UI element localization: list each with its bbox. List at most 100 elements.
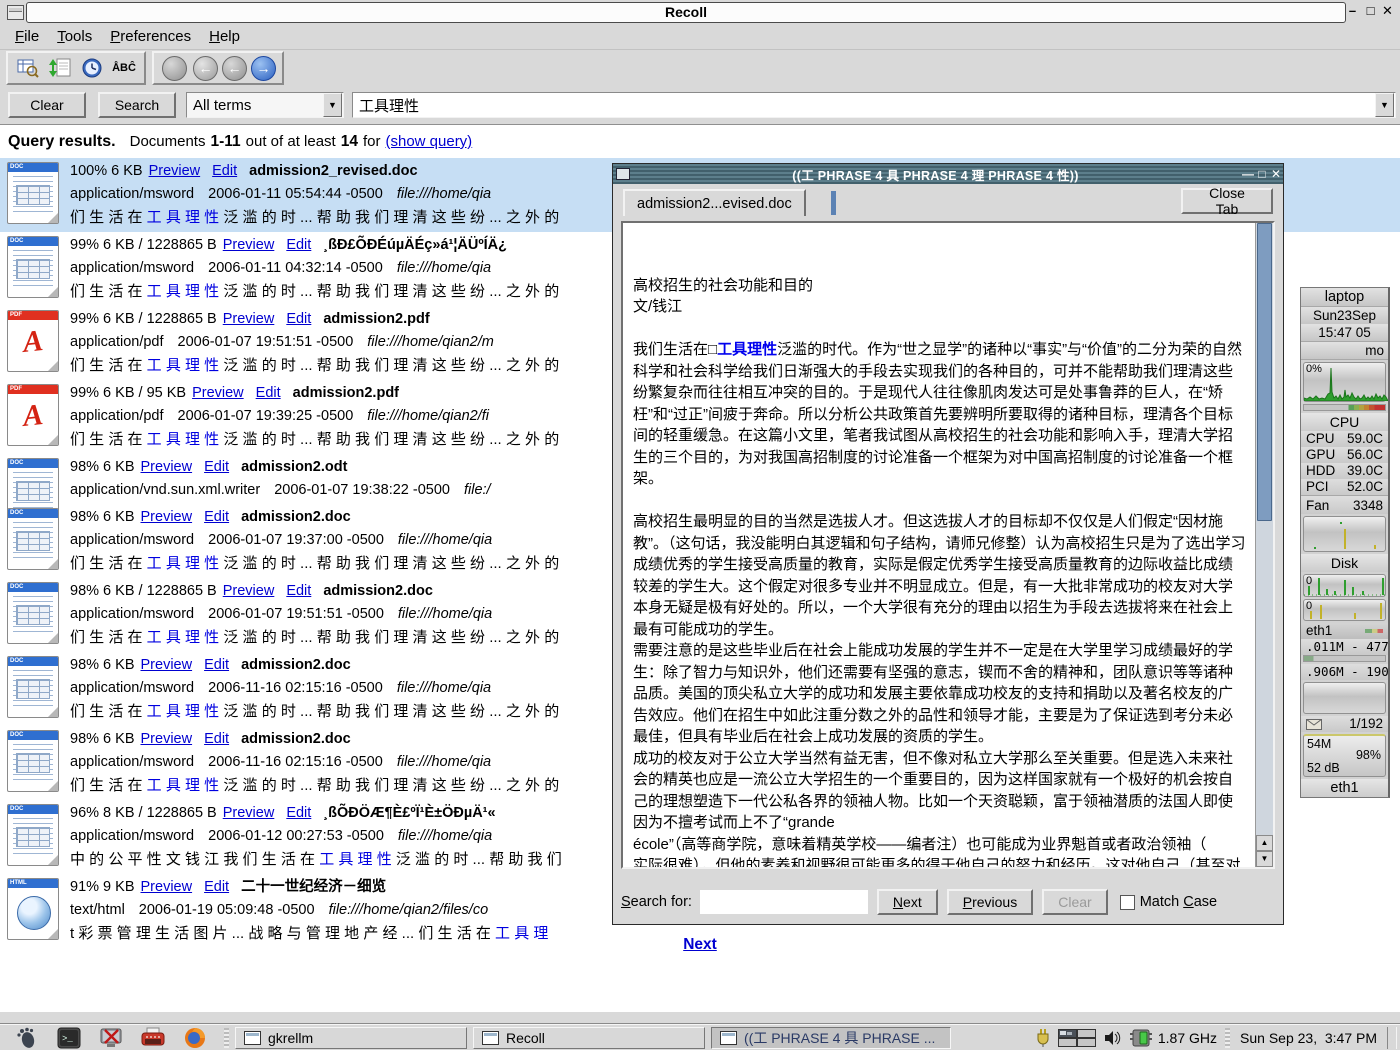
volume-icon[interactable] <box>1104 1030 1122 1046</box>
edit-link[interactable]: Edit <box>204 459 229 475</box>
back-icon[interactable]: ← <box>193 56 218 81</box>
minimize-icon[interactable]: – <box>1345 2 1360 20</box>
scrollbar-thumb[interactable] <box>1257 223 1272 521</box>
edit-link[interactable]: Edit <box>286 311 311 327</box>
desktop: Recoll – □ ✕ FileToolsPreferencesHelp ÅB… <box>0 0 1400 1050</box>
net-chart[interactable] <box>1303 682 1386 714</box>
edit-link[interactable]: Edit <box>212 163 237 179</box>
preview-paragraph: 文/钱江 <box>633 296 1246 318</box>
firefox-launcher-icon[interactable] <box>180 1026 210 1050</box>
taskbar-clock[interactable]: Sun Sep 23, 3:47 PM <box>1240 1030 1377 1046</box>
scroll-up-icon[interactable]: ▲ <box>1256 835 1273 851</box>
preview-link[interactable]: Preview <box>141 879 193 895</box>
edit-link[interactable]: Edit <box>286 237 311 253</box>
match-case-checkbox[interactable] <box>1120 895 1135 910</box>
find-previous-button[interactable]: Previous <box>947 889 1033 915</box>
pdf-file-icon[interactable]: PDFA <box>7 384 59 446</box>
eth-row-label: eth1 <box>1306 623 1332 639</box>
edit-link[interactable]: Edit <box>204 879 229 895</box>
edit-link[interactable]: Edit <box>204 657 229 673</box>
menu-help[interactable]: Help <box>200 26 249 47</box>
cpu-frequency-icon[interactable] <box>1130 1028 1154 1048</box>
typewriter-launcher-icon[interactable] <box>138 1026 168 1050</box>
task-button-3[interactable]: ((工 PHRASE 4 具 PHRASE ... <box>711 1027 951 1049</box>
disk-chart-1[interactable]: 0 <box>1303 574 1386 597</box>
preview-titlebar[interactable]: ((工 PHRASE 4 具 PHRASE 4 理 PHRASE 4 性)) —… <box>613 164 1283 184</box>
doc-file-icon[interactable]: DOC <box>7 508 59 570</box>
term-explorer-icon[interactable]: ÅBĈ <box>109 55 139 81</box>
task-button-2[interactable]: Recoll <box>473 1027 705 1049</box>
screen-kill-icon[interactable] <box>96 1026 126 1050</box>
close-tab-button[interactable]: Close Tab <box>1181 188 1273 214</box>
preview-link[interactable]: Preview <box>141 657 193 673</box>
doc-file-icon[interactable]: DOC <box>7 730 59 792</box>
mail-readout[interactable]: 1/192 <box>1301 716 1388 732</box>
query-combo[interactable]: ▼ <box>352 92 1396 118</box>
preview-link[interactable]: Preview <box>141 509 193 525</box>
preview-link[interactable]: Preview <box>149 163 201 179</box>
query-input[interactable] <box>353 96 1375 115</box>
preview-link[interactable]: Preview <box>223 237 275 253</box>
menu-file[interactable]: File <box>6 26 48 47</box>
page-fold-decoration <box>48 287 58 297</box>
doc-file-icon[interactable]: DOC <box>7 804 59 866</box>
preview-link[interactable]: Preview <box>141 459 193 475</box>
menu-preferences[interactable]: Preferences <box>101 26 200 47</box>
tray-handle[interactable] <box>1225 1028 1230 1048</box>
preview-tab[interactable]: admission2...evised.doc <box>623 189 806 216</box>
show-query-link[interactable]: (show query) <box>385 133 472 150</box>
sort-parameters-icon[interactable] <box>45 55 75 81</box>
preview-text[interactable]: 高校招生的社会功能和目的文/钱江 我们生活在□工具理性泛滥的时代。作为“世之显学… <box>623 223 1256 867</box>
preview-minimize-icon[interactable]: — <box>1241 167 1255 181</box>
history-clock-icon[interactable] <box>77 55 107 81</box>
power-plug-icon[interactable] <box>1036 1028 1050 1048</box>
disk-chart-2[interactable]: 0 <box>1303 599 1386 621</box>
doc-file-icon[interactable]: DOC <box>7 582 59 644</box>
find-input[interactable] <box>700 890 868 914</box>
html-file-icon[interactable]: HTML <box>7 878 59 940</box>
menu-tools[interactable]: Tools <box>48 26 101 47</box>
clear-button[interactable]: Clear <box>8 92 86 118</box>
preview-maximize-icon[interactable]: □ <box>1255 167 1269 181</box>
cpu-chart[interactable]: 0% <box>1303 362 1386 402</box>
terminal-launcher-icon[interactable]: >_ <box>54 1026 84 1050</box>
preview-link[interactable]: Preview <box>141 731 193 747</box>
edit-link[interactable]: Edit <box>204 731 229 747</box>
edit-link[interactable]: Edit <box>204 509 229 525</box>
doc-file-icon[interactable]: DOC <box>7 162 59 224</box>
preview-link[interactable]: Preview <box>223 311 275 327</box>
next-page-link[interactable]: Next <box>683 936 717 953</box>
edit-link[interactable]: Edit <box>286 805 311 821</box>
wireless-panel[interactable]: 54M 98% 52 dB <box>1303 734 1386 777</box>
gkrellm-date[interactable]: Sun23Sep <box>1301 307 1388 324</box>
search-mode-select[interactable]: All terms ▼ <box>186 92 344 118</box>
maximize-icon[interactable]: □ <box>1363 2 1378 20</box>
text-run: 高校招生最明显的目的当然是选拔人才。但这选拔人才的目标却不仅仅是人们假定“因材施… <box>633 513 1246 638</box>
advanced-search-icon[interactable] <box>13 55 43 81</box>
scroll-down-icon[interactable]: ▼ <box>1256 851 1273 867</box>
preview-link[interactable]: Preview <box>192 385 244 401</box>
close-icon[interactable]: ✕ <box>1380 2 1395 20</box>
edit-link[interactable]: Edit <box>286 583 311 599</box>
show-desktop-edge[interactable] <box>1387 1027 1397 1049</box>
workspace-pager[interactable] <box>1058 1029 1096 1047</box>
preview-scrollbar[interactable]: ▲ ▼ <box>1255 223 1273 867</box>
back2-icon[interactable]: ← <box>222 56 247 81</box>
pdf-file-icon[interactable]: PDFA <box>7 310 59 372</box>
snippet-text: 泛 滥 的 时 ... 帮 助 我 们 <box>392 851 562 868</box>
doc-file-icon[interactable]: DOC <box>7 236 59 298</box>
gkrellm-time[interactable]: 15:47 05 <box>1301 324 1388 342</box>
preview-link[interactable]: Preview <box>223 583 275 599</box>
gnome-menu-icon[interactable] <box>12 1026 42 1050</box>
preview-link[interactable]: Preview <box>223 805 275 821</box>
find-next-button[interactable]: Next <box>877 889 938 915</box>
search-button[interactable]: Search <box>98 92 176 118</box>
doc-file-icon[interactable]: DOC <box>7 656 59 718</box>
preview-close-icon[interactable]: ✕ <box>1269 167 1283 181</box>
fan-chart[interactable] <box>1303 516 1386 552</box>
forward-icon[interactable]: → <box>251 56 276 81</box>
edit-link[interactable]: Edit <box>256 385 281 401</box>
page-first-icon[interactable] <box>162 56 187 81</box>
recoll-titlebar[interactable]: Recoll – □ ✕ <box>0 0 1400 25</box>
task-button-1[interactable]: gkrellm <box>235 1027 467 1049</box>
